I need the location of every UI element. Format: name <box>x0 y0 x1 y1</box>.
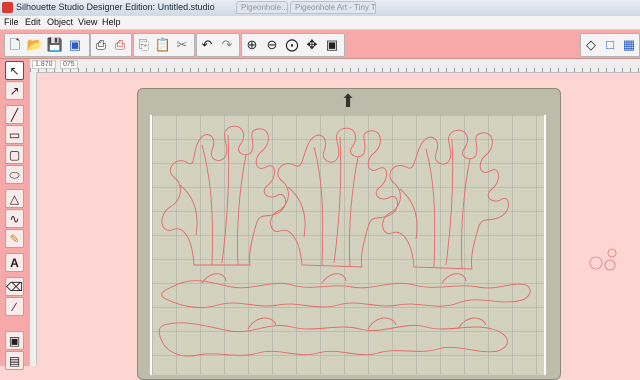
print-and-cut-icon[interactable]: ⎙ <box>111 36 129 54</box>
save-to-library-icon[interactable]: ▣ <box>66 36 84 54</box>
cut-design[interactable] <box>152 115 544 375</box>
line-tool-icon[interactable]: ╱ <box>5 105 24 124</box>
menu-object[interactable]: Object <box>47 17 73 27</box>
ruler-y-coordinate: 075 <box>60 60 78 69</box>
zoom-select-icon[interactable]: ⨀ <box>283 36 301 54</box>
polygon-tool-icon[interactable]: △ <box>5 189 24 208</box>
file-tool-group: 🗋 📂 💾 ▣ <box>4 33 90 57</box>
curve-tool-icon[interactable]: ∿ <box>5 209 24 228</box>
print-icon[interactable]: ⎙ <box>92 36 110 54</box>
page-panel-icon[interactable]: ▣ <box>5 331 24 350</box>
menu-file[interactable]: File <box>4 17 19 27</box>
panel-tool-group: ◇ □ ▦ <box>580 33 640 57</box>
main-toolbar: 🗋 📂 💾 ▣ ⎙ ⎙ ⎘ 📋 ✂ ↶ ↷ ⊕ ⊖ ⨀ ✥ ▣ ◇ □ ▦ <box>0 30 640 59</box>
undo-icon[interactable]: ↶ <box>198 36 216 54</box>
text-tool-icon[interactable]: A <box>5 253 24 272</box>
open-folder-icon[interactable]: 📂 <box>26 36 44 54</box>
menu-edit[interactable]: Edit <box>25 17 41 27</box>
app-icon <box>2 2 13 13</box>
ruler-x-coordinate: 1.870 <box>32 60 56 69</box>
save-icon[interactable]: 💾 <box>46 36 64 54</box>
eraser-tool-icon[interactable]: ⌫ <box>5 277 24 296</box>
page-setup-icon[interactable]: □ <box>601 36 619 54</box>
knife-tool-icon[interactable]: ∕ <box>5 297 24 316</box>
background-tab-1[interactable]: Pigeonhole... <box>236 1 288 14</box>
window-title: Silhouette Studio Designer Edition: Unti… <box>16 2 215 12</box>
freehand-pencil-icon[interactable]: ✎ <box>5 229 24 248</box>
print-tool-group: ⎙ ⎙ <box>90 33 132 57</box>
menu-bar: File Edit Object View Help <box>0 16 640 30</box>
library-icon[interactable]: ▤ <box>5 351 24 370</box>
paste-icon[interactable]: 📋 <box>154 36 172 54</box>
select-pointer-icon[interactable]: ↖ <box>5 61 24 80</box>
menu-view[interactable]: View <box>78 17 97 27</box>
zoom-out-icon[interactable]: ⊖ <box>263 36 281 54</box>
redo-icon[interactable]: ↷ <box>218 36 236 54</box>
zoom-in-icon[interactable]: ⊕ <box>243 36 261 54</box>
cut-scissors-icon[interactable]: ✂ <box>173 36 191 54</box>
background-tab-2[interactable]: Pigeonhole Art - Tiny Treats Valentine..… <box>290 1 376 14</box>
cutting-area[interactable] <box>150 115 546 375</box>
canvas-circle-shapes[interactable] <box>588 246 624 276</box>
pan-zoom-icon[interactable]: ✥ <box>303 36 321 54</box>
left-tool-palette: ↖ ↗ ╱ ▭ ▢ ⬭ △ ∿ ✎ A ⌫ ∕ ▣ ▤ <box>0 59 31 370</box>
copy-icon[interactable]: ⎘ <box>135 36 153 54</box>
fill-bucket-icon[interactable]: ◇ <box>582 36 600 54</box>
fit-to-page-icon[interactable]: ▣ <box>323 36 341 54</box>
tree-designs <box>158 125 531 357</box>
horizontal-ruler: 1.870 075 <box>30 59 640 73</box>
vertical-ruler <box>30 72 37 366</box>
menu-help[interactable]: Help <box>102 17 121 27</box>
zoom-tool-group: ⊕ ⊖ ⨀ ✥ ▣ <box>241 33 345 57</box>
clipboard-tool-group: ⎘ 📋 ✂ <box>133 33 195 57</box>
ellipse-tool-icon[interactable]: ⬭ <box>5 165 24 184</box>
new-document-icon[interactable]: 🗋 <box>6 36 24 54</box>
title-bar: Silhouette Studio Designer Edition: Unti… <box>0 0 640 17</box>
feed-direction-arrow-icon: ⬆ <box>340 91 356 111</box>
rectangle-tool-icon[interactable]: ▭ <box>5 125 24 144</box>
edit-points-icon[interactable]: ↗ <box>5 81 24 100</box>
grid-settings-icon[interactable]: ▦ <box>620 36 638 54</box>
rounded-rectangle-tool-icon[interactable]: ▢ <box>5 145 24 164</box>
history-tool-group: ↶ ↷ <box>196 33 240 57</box>
